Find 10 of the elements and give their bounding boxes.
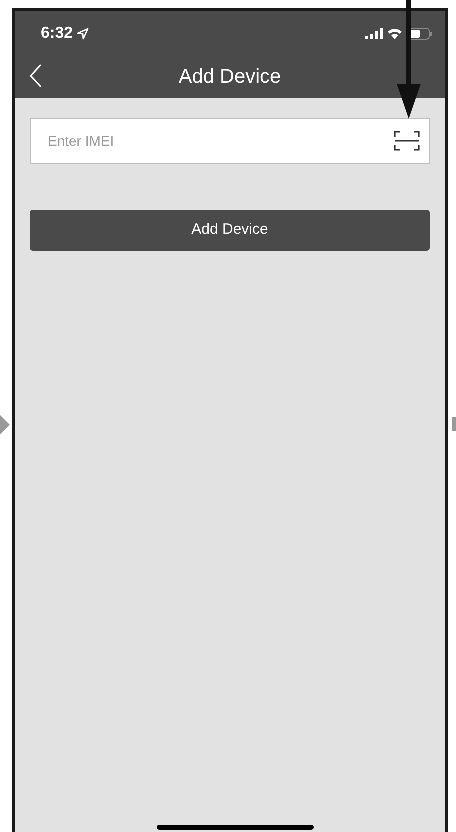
add-device-button[interactable]: Add Device — [30, 210, 430, 251]
page-title: Add Device — [178, 65, 282, 90]
imei-input-field[interactable]: Enter IMEI — [30, 118, 430, 164]
signal-icon — [365, 28, 383, 39]
wifi-icon — [387, 28, 403, 40]
location-icon — [77, 28, 90, 40]
side-arrow-icon — [0, 415, 10, 435]
scan-icon[interactable] — [394, 131, 420, 151]
back-button[interactable] — [29, 64, 43, 88]
status-time: 6:32 — [41, 24, 74, 44]
